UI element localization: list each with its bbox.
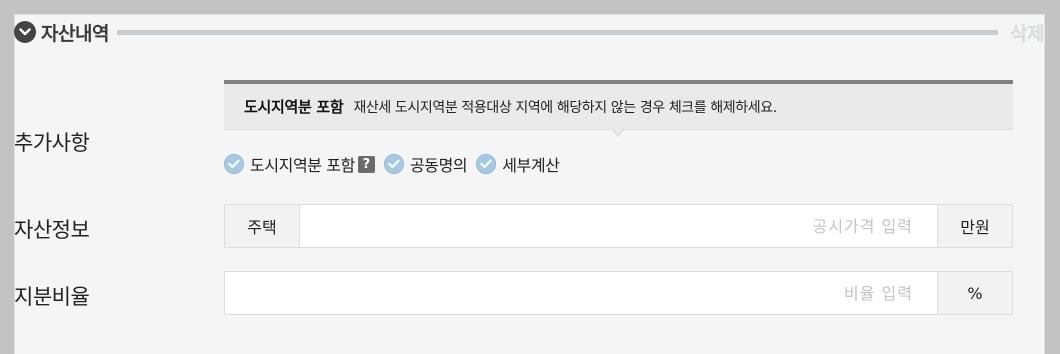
asset-type-prefix: 주택 [225, 205, 300, 247]
share-ratio-label: 지분비율 [14, 285, 90, 309]
header-divider [116, 29, 999, 35]
official-price-input[interactable] [300, 205, 937, 247]
checkbox-label: 도시지역분 포함 [250, 156, 355, 175]
tooltip-text: 재산세 도시지역분 적용대상 지역에 해당하지 않는 경우 체크를 해제하세요. [353, 99, 777, 116]
share-ratio-group: % [224, 271, 1013, 315]
checkbox-label: 세부계산 [502, 156, 560, 175]
asset-price-group: 주택 만원 [224, 204, 1013, 248]
section-title[interactable]: 자산내역 [41, 19, 109, 46]
checkbox-joint-ownership[interactable]: 공동명의 [383, 152, 468, 176]
ratio-unit: % [937, 272, 1012, 314]
additional-label: 추가사항 [14, 131, 90, 155]
check-icon [476, 154, 497, 174]
section-header: 자산내역 삭제 [14, 19, 1044, 45]
price-unit: 만원 [937, 205, 1012, 247]
checkbox-urban-area[interactable]: 도시지역분 포함 ? [224, 152, 375, 176]
help-icon[interactable]: ? [357, 155, 375, 173]
asset-info-label: 자산정보 [14, 218, 90, 242]
tooltip: 도시지역분 포함 재산세 도시지역분 적용대상 지역에 해당하지 않는 경우 체… [224, 80, 1013, 130]
chevron-down-icon[interactable] [14, 21, 36, 43]
tooltip-caret-inner [613, 129, 623, 135]
tooltip-title: 도시지역분 포함 [244, 98, 344, 116]
option-checkboxes: 도시지역분 포함 ? 공동명의 세부계산 [224, 152, 569, 176]
checkbox-label: 공동명의 [409, 156, 468, 175]
check-icon [224, 154, 244, 174]
checkbox-detailed-calc[interactable]: 세부계산 [476, 152, 560, 176]
share-ratio-input[interactable] [225, 272, 937, 314]
delete-button[interactable]: 삭제 [1010, 19, 1044, 46]
check-icon [383, 154, 404, 174]
